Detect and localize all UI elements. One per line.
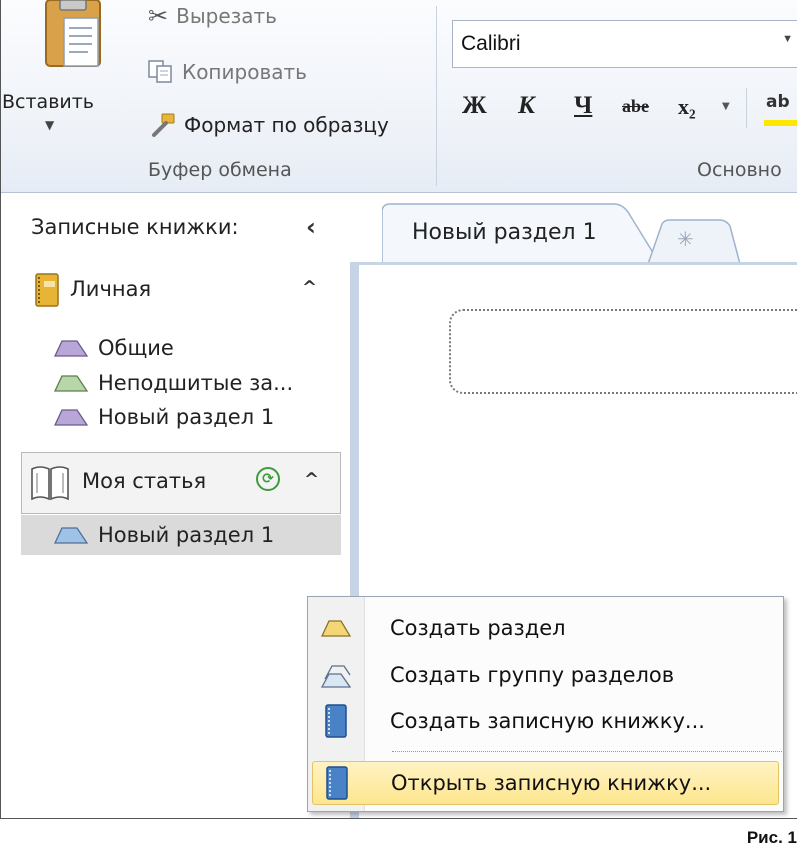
chevron-up-icon[interactable]: ^: [302, 277, 317, 298]
chevron-up-icon[interactable]: ^: [304, 469, 319, 490]
font-name-value: Calibri: [461, 32, 521, 55]
tab-section-active-label: Новый раздел 1: [412, 220, 597, 245]
subscript-button[interactable]: x₂: [678, 94, 696, 120]
menu-item-label: Создать группу разделов: [390, 663, 675, 687]
format-painter-label: Формат по образцу: [184, 113, 389, 137]
notebook-name: Моя статья: [82, 469, 207, 493]
menu-separator: [392, 751, 782, 752]
new-section-icon: ✳: [677, 227, 694, 251]
frame-border: [0, 0, 1, 819]
sync-icon[interactable]: ⟳: [256, 467, 280, 491]
chevron-down-icon[interactable]: ▼: [722, 101, 730, 112]
notebook-icon: [35, 273, 59, 307]
strikethrough-button[interactable]: abe: [622, 96, 649, 117]
open-book-icon: [31, 466, 69, 501]
notebook-icon: [312, 704, 360, 738]
tab-new-section[interactable]: [646, 218, 742, 264]
menu-item-label: Создать записную книжку...: [390, 709, 705, 733]
underline-button[interactable]: Ч: [574, 92, 592, 120]
sidebar-item-section[interactable]: Новый раздел 1: [54, 405, 274, 429]
notebook-my-article[interactable]: Моя статья ⟳ ^: [21, 452, 341, 514]
scissors-icon: ✂: [148, 2, 169, 30]
collapse-pane-icon[interactable]: ‹: [306, 213, 316, 241]
notebook-name: Личная: [70, 277, 152, 301]
notebook-personal[interactable]: Личная ^: [30, 271, 340, 311]
context-menu: Создать раздел Создать группу разделов С…: [307, 596, 784, 812]
menu-item-create-section[interactable]: Создать раздел: [312, 606, 779, 650]
bold-button[interactable]: Ж: [462, 92, 487, 120]
cut-label: Вырезать: [176, 4, 277, 28]
format-painter-icon: [152, 113, 175, 137]
clipboard-group-label: Буфер обмена: [148, 159, 292, 181]
section-name: Новый раздел 1: [98, 523, 275, 547]
highlight-glyph: ab: [766, 92, 790, 112]
highlight-button[interactable]: ab: [764, 90, 797, 130]
chevron-down-icon: ▼: [45, 118, 55, 132]
highlight-color-bar: [764, 120, 797, 126]
menu-item-open-notebook[interactable]: Открыть записную книжку...: [312, 761, 779, 805]
section-name: Новый раздел 1: [98, 405, 275, 429]
menu-item-label: Открыть записную книжку...: [391, 771, 712, 795]
ribbon: Вставить ▼ ✂ Вырезать Копировать Формат …: [0, 0, 797, 193]
copy-button[interactable]: Копировать: [148, 60, 307, 84]
frame-border: [0, 818, 797, 819]
section-name: Неподшитые за...: [98, 371, 294, 395]
copy-icon: [148, 60, 172, 83]
cut-button[interactable]: ✂ Вырезать: [148, 2, 277, 30]
group-separator: [436, 6, 437, 186]
paste-button-label: Вставить: [2, 91, 95, 113]
format-painter-button[interactable]: Формат по образцу: [148, 112, 389, 138]
sidebar-item-section-selected[interactable]: Новый раздел 1: [21, 515, 341, 555]
notebook-icon: [313, 766, 361, 800]
notebooks-header: Записные книжки:: [31, 215, 239, 239]
figure-caption: Рис. 1: [746, 828, 797, 847]
sidebar-item-section[interactable]: Неподшитые за...: [54, 371, 293, 395]
section-group-icon: [312, 662, 360, 688]
font-group-label: Основно: [697, 159, 782, 181]
section-tab-icon: [54, 340, 88, 357]
menu-item-create-notebook[interactable]: Создать записную книжку...: [312, 699, 779, 743]
menu-item-create-section-group[interactable]: Создать группу разделов: [312, 653, 779, 697]
section-tab-icon: [54, 375, 88, 392]
section-name: Общие: [98, 336, 174, 360]
chevron-down-icon: ▼: [782, 33, 793, 45]
notebook-pane: Записные книжки: ‹ Личная ^ Общие Неподш…: [0, 193, 350, 818]
italic-button[interactable]: К: [518, 92, 535, 120]
font-name-combobox[interactable]: Calibri ▼: [452, 20, 797, 68]
menu-item-label: Создать раздел: [390, 616, 566, 640]
paste-button[interactable]: Вставить ▼: [2, 0, 132, 140]
toolbar-separator: [746, 88, 747, 128]
section-tab-icon: [54, 527, 88, 544]
section-color: [54, 340, 88, 357]
title-placeholder[interactable]: [449, 309, 797, 394]
section-icon: [312, 619, 360, 637]
copy-label: Копировать: [182, 60, 307, 84]
clipboard-icon: [45, 0, 101, 67]
sidebar-item-section[interactable]: Общие: [54, 336, 174, 360]
section-tab-icon: [54, 409, 88, 426]
